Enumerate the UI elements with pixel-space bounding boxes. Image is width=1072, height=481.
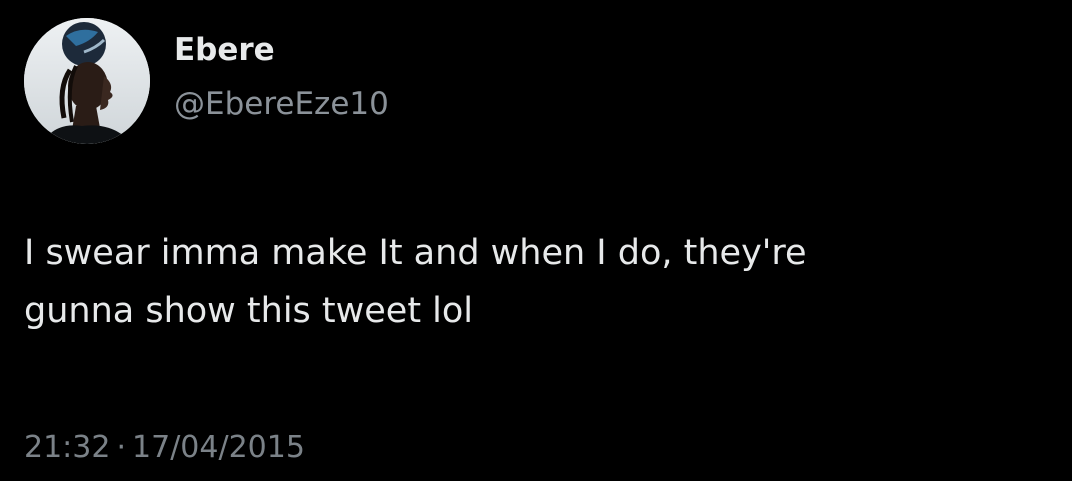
tweet-date: 17/04/2015 [132,430,305,465]
avatar-photo-icon [24,18,150,144]
tweet-time: 21:32 [24,430,111,465]
profile-avatar[interactable] [24,18,150,144]
tweet-card: Ebere @EbereEze10 I swear imma make It a… [0,0,1072,481]
tweet-timestamp[interactable]: 21:32 · 17/04/2015 [24,428,305,468]
author-handle[interactable]: @EbereEze10 [174,84,389,124]
tweet-text: I swear imma make It and when I do, they… [24,233,807,331]
author-display-name[interactable]: Ebere [174,30,275,70]
timestamp-separator: · [116,430,127,465]
